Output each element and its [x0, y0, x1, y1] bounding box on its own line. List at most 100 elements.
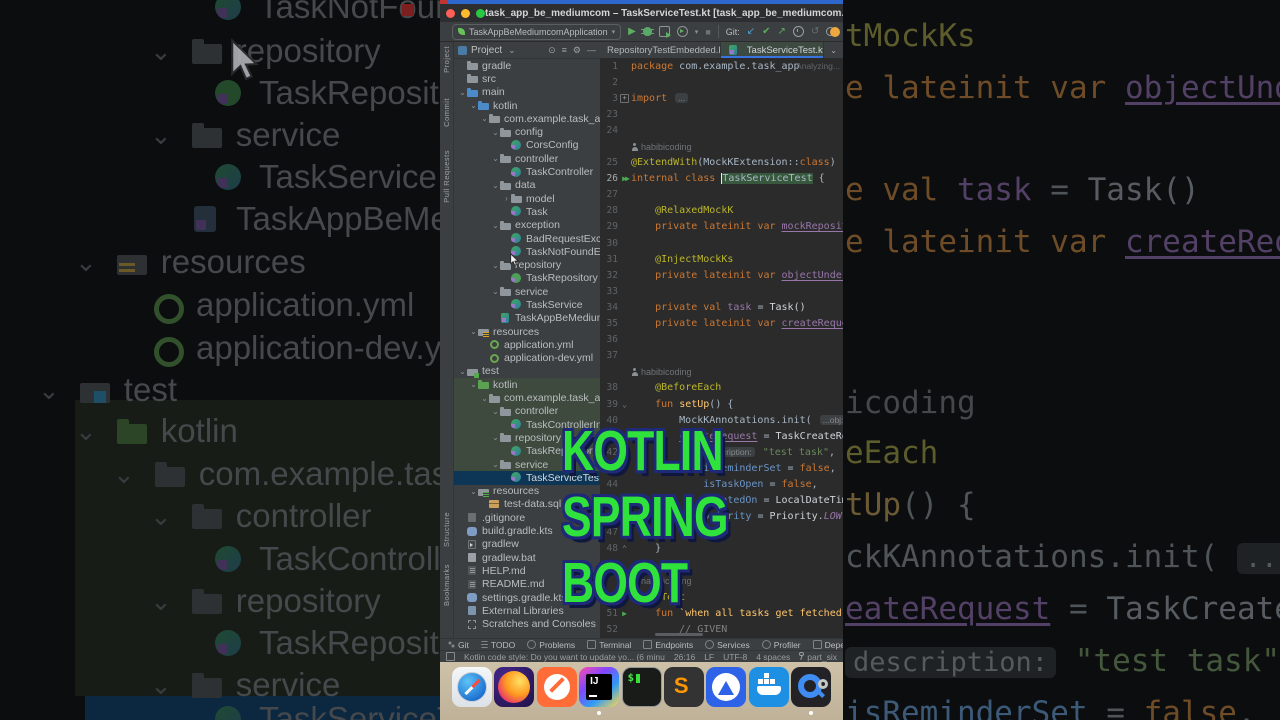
code-line[interactable]: 28 @RelaxedMockK: [600, 203, 843, 219]
dock-icon-terminal[interactable]: [621, 667, 662, 707]
expand-collapse-icon[interactable]: ≡: [562, 45, 567, 55]
project-view-chevron-icon[interactable]: ⌄: [508, 45, 516, 56]
run-configuration-select[interactable]: TaskAppBeMediumcomApplication ▾: [452, 23, 622, 40]
code-line[interactable]: 35 private lateinit var createRequest: [600, 316, 843, 332]
tree-item-tasknotfoundexcep[interactable]: TaskNotFoundExcep: [454, 245, 600, 258]
tree-item-exception[interactable]: ⌄ exception: [454, 219, 600, 232]
tree-item-kotlin[interactable]: ⌄ kotlin: [454, 99, 600, 112]
tree-item-controller[interactable]: ⌄ controller: [454, 152, 600, 165]
tree-item-task[interactable]: Task: [454, 205, 600, 218]
debug-button[interactable]: [640, 27, 654, 36]
code-line[interactable]: 2: [600, 74, 843, 90]
encoding-indicator[interactable]: UTF-8: [723, 652, 747, 662]
code-line[interactable]: 27: [600, 187, 843, 203]
history-button[interactable]: [792, 26, 804, 37]
code-line[interactable]: 33: [600, 283, 843, 299]
code-line[interactable]: 26 ▶ internal class TaskServiceTest {: [600, 171, 843, 187]
tree-item-application-yml[interactable]: application.yml: [454, 338, 600, 351]
tree-item-scratches-and-consoles[interactable]: Scratches and Consoles: [454, 617, 600, 630]
notification-badge[interactable]: [830, 27, 840, 37]
tree-item-badrequestexcepti[interactable]: BadRequestExcepti: [454, 232, 600, 245]
zoom-window-button[interactable]: [476, 8, 485, 18]
code-line[interactable]: 52 // GIVEN: [600, 621, 843, 637]
code-line[interactable]: 23: [600, 106, 843, 122]
project-panel-title[interactable]: Project: [471, 45, 502, 56]
dock-icon-postman[interactable]: [536, 667, 577, 707]
tool-window-button-depen[interactable]: Depen: [812, 640, 843, 650]
fold-expand-icon[interactable]: +: [620, 94, 629, 104]
dock-icon-docker[interactable]: [748, 667, 789, 707]
status-message[interactable]: Kotlin code style: Do you want to update…: [464, 652, 665, 662]
profiler-button[interactable]: [676, 26, 688, 37]
dock-icon-sublime[interactable]: [663, 667, 704, 707]
undo-button[interactable]: ↺: [811, 26, 819, 37]
line-ending-indicator[interactable]: LF: [704, 652, 714, 662]
code-line[interactable]: 29 private lateinit var mockRepository: [600, 219, 843, 235]
code-line[interactable]: 37: [600, 348, 843, 364]
minimize-window-button[interactable]: [461, 8, 470, 18]
tool-window-button-git[interactable]: Git: [448, 640, 469, 650]
tool-window-button-profiler[interactable]: Profiler: [761, 640, 801, 650]
tree-item-com-example-task-app-b[interactable]: ⌄ com.example.task_app_b: [454, 391, 600, 405]
tree-item-src[interactable]: src: [454, 72, 600, 85]
tool-window-stripe-structure[interactable]: Structure: [442, 512, 451, 547]
run-button[interactable]: ▶: [628, 26, 636, 37]
horizontal-scrollbar[interactable]: [655, 633, 703, 636]
tab-list-chevron-icon[interactable]: ⌄: [824, 42, 843, 58]
code-line[interactable]: 31 @InjectMockKs: [600, 251, 843, 267]
tool-window-button-todo[interactable]: TODO: [480, 640, 515, 650]
tool-window-stripe-pull-requests[interactable]: Pull Requests: [442, 150, 451, 203]
status-event-icon[interactable]: [446, 652, 455, 661]
tree-item-data[interactable]: ⌄ data: [454, 179, 600, 192]
tree-item-gradle[interactable]: gradle: [454, 59, 600, 72]
tree-item-application-dev-yml[interactable]: application-dev.yml: [454, 352, 600, 365]
tool-window-stripe-project[interactable]: Project: [442, 46, 451, 73]
caret-position[interactable]: 26:16: [674, 652, 695, 662]
run-more-chevron-icon[interactable]: ▾: [695, 28, 699, 36]
git-update-button[interactable]: ↙: [747, 26, 755, 37]
tree-item-resources[interactable]: ⌄ resources: [454, 325, 600, 338]
close-window-button[interactable]: [446, 8, 455, 18]
tree-item-main[interactable]: ⌄ main: [454, 86, 600, 99]
tab-taskservicetest-kt[interactable]: TaskServiceTest.kt×: [720, 42, 825, 58]
tree-item-corsconfig[interactable]: CorsConfig: [454, 139, 600, 152]
tree-item-controller[interactable]: ⌄ controller: [454, 404, 600, 419]
run-with-coverage-button[interactable]: [658, 26, 671, 38]
hide-panel-icon[interactable]: —: [587, 45, 596, 55]
code-line[interactable]: 3 + import ...: [600, 90, 843, 106]
code-line[interactable]: 30: [600, 235, 843, 251]
tree-item-taskrepository[interactable]: TaskRepository: [454, 272, 600, 285]
tree-item-repository[interactable]: ⌄ repository: [454, 258, 600, 271]
git-branch-indicator[interactable]: part_six: [799, 651, 837, 662]
code-line[interactable]: 25 @ExtendWith (MockKExtension:: class): [600, 155, 843, 171]
tab-repositorytestembedded-kt[interactable]: RepositoryTestEmbedded.kt×: [600, 42, 721, 58]
dock-icon-firefox[interactable]: [494, 667, 535, 707]
git-commit-button[interactable]: ✔: [762, 26, 770, 37]
dock-icon-quicktime[interactable]: [791, 667, 831, 715]
indent-indicator[interactable]: 4 spaces: [756, 652, 790, 662]
run-class-icon[interactable]: ▶: [622, 174, 627, 183]
tree-item-model[interactable]: › model: [454, 192, 600, 205]
tool-window-button-terminal[interactable]: Terminal: [587, 640, 631, 650]
code-line[interactable]: habibicoding: [600, 138, 843, 154]
code-line[interactable]: 38 @BeforeEach: [600, 380, 843, 396]
locate-file-icon[interactable]: ⊙: [548, 45, 556, 56]
tree-item-taskcontroller[interactable]: TaskController: [454, 165, 600, 178]
tool-window-button-endpoints[interactable]: Endpoints: [643, 640, 693, 650]
tool-window-button-services[interactable]: Services: [705, 640, 750, 650]
code-line[interactable]: 24: [600, 122, 843, 138]
tree-item-service[interactable]: ⌄ service: [454, 285, 600, 298]
tool-window-stripe-bookmarks[interactable]: Bookmarks: [442, 564, 451, 606]
tree-item-taskappbemediumcon[interactable]: TaskAppBeMediumcon: [454, 312, 600, 325]
code-line[interactable]: habibicoding: [600, 364, 843, 380]
tree-item-test[interactable]: ⌄ test: [454, 365, 600, 378]
code-line[interactable]: 32 private lateinit var objectUnderTest: [600, 267, 843, 283]
tree-item-kotlin[interactable]: ⌄ kotlin: [454, 378, 600, 392]
git-push-button[interactable]: ↗: [778, 26, 786, 37]
tree-item-taskservice[interactable]: TaskService: [454, 298, 600, 311]
stop-button[interactable]: ■: [705, 27, 710, 37]
code-line[interactable]: 36: [600, 332, 843, 348]
tree-item-config[interactable]: ⌄ config: [454, 125, 600, 138]
code-line[interactable]: 39 ⌄ fun setUp() {: [600, 396, 843, 412]
dock-icon-intellij[interactable]: [579, 667, 620, 715]
